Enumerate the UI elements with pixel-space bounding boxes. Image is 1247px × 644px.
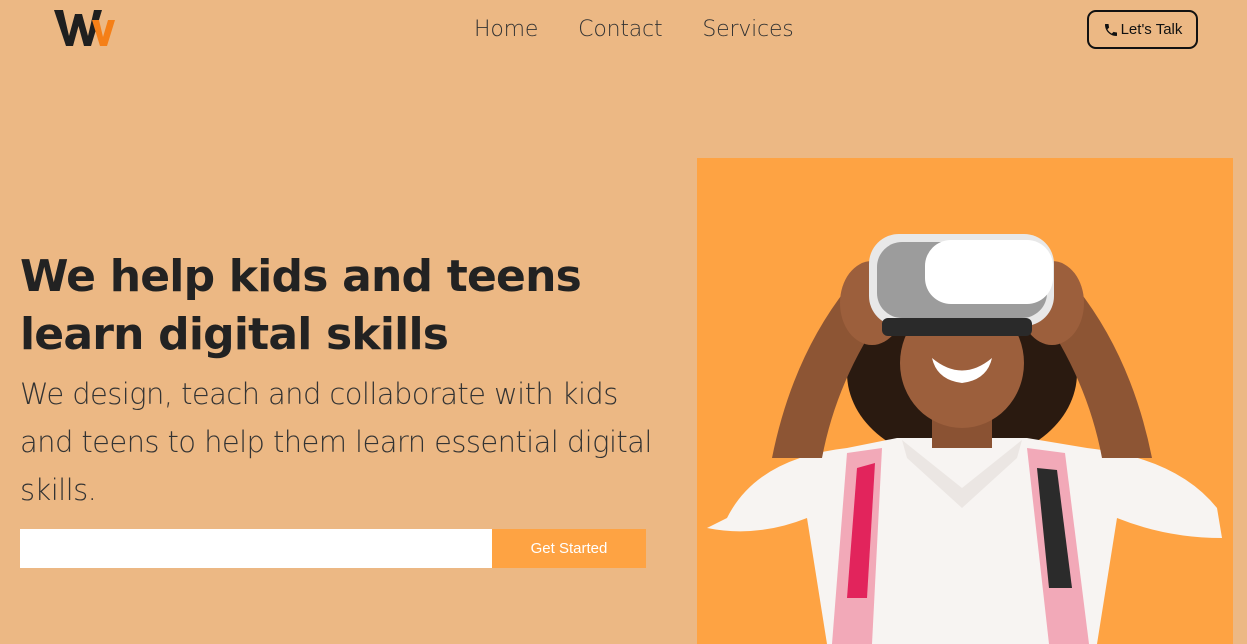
main-nav: Home Contact Services [474, 14, 794, 46]
email-input[interactable] [20, 529, 492, 568]
hero-subtext: We design, teach and collaborate with ki… [20, 377, 652, 507]
vr-girl-illustration [707, 234, 1222, 644]
logo-icon [54, 10, 115, 46]
signup-form: Get Started [20, 529, 646, 568]
nav-services-link[interactable]: Services [702, 14, 793, 46]
nav-contact-link[interactable]: Contact [578, 14, 662, 46]
hero-image [697, 158, 1233, 644]
lets-talk-label: Let's Talk [1120, 21, 1183, 38]
hero-headline: We help kids and teens learn digital ski… [20, 251, 582, 360]
brand-logo[interactable] [52, 6, 116, 50]
phone-icon [1104, 23, 1117, 36]
get-started-button[interactable]: Get Started [492, 529, 646, 568]
nav-home-link[interactable]: Home [474, 14, 538, 46]
lets-talk-button[interactable]: Let's Talk [1087, 10, 1198, 49]
